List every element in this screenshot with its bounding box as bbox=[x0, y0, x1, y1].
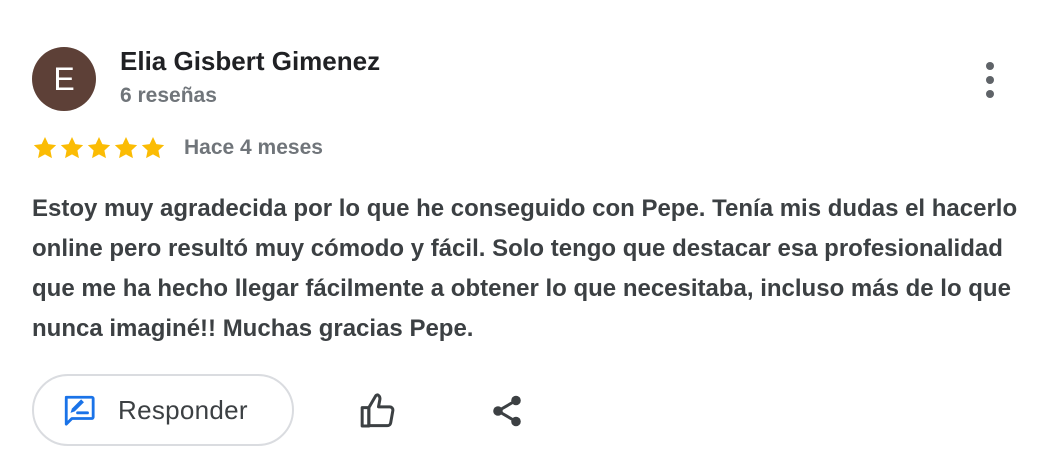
star-rating bbox=[32, 135, 166, 163]
star-icon bbox=[87, 136, 111, 159]
avatar[interactable]: E bbox=[32, 47, 96, 111]
review-text: Estoy muy agradecida por lo que he conse… bbox=[32, 195, 1018, 342]
star-icon bbox=[141, 136, 165, 159]
like-button[interactable] bbox=[354, 389, 402, 433]
author-review-count: 6 reseñas bbox=[120, 84, 217, 107]
avatar-initial: E bbox=[53, 61, 75, 97]
share-button[interactable] bbox=[484, 389, 530, 433]
more-options-button[interactable] bbox=[968, 56, 1012, 104]
review-card: E Elia Gisbert Gimenez 6 reseñas Hace 4 … bbox=[0, 0, 1044, 474]
share-icon bbox=[493, 395, 521, 427]
more-vert-icon bbox=[986, 62, 994, 98]
star-icon bbox=[60, 136, 84, 159]
star-icon bbox=[114, 136, 138, 159]
author-name[interactable]: Elia Gisbert Gimenez bbox=[120, 46, 380, 77]
star-icon bbox=[33, 136, 57, 159]
edit-reply-icon bbox=[64, 395, 95, 426]
review-date: Hace 4 meses bbox=[184, 136, 323, 159]
reply-label: Responder bbox=[118, 394, 248, 425]
thumb-up-icon bbox=[360, 393, 395, 428]
reply-button[interactable]: Responder bbox=[32, 374, 294, 446]
